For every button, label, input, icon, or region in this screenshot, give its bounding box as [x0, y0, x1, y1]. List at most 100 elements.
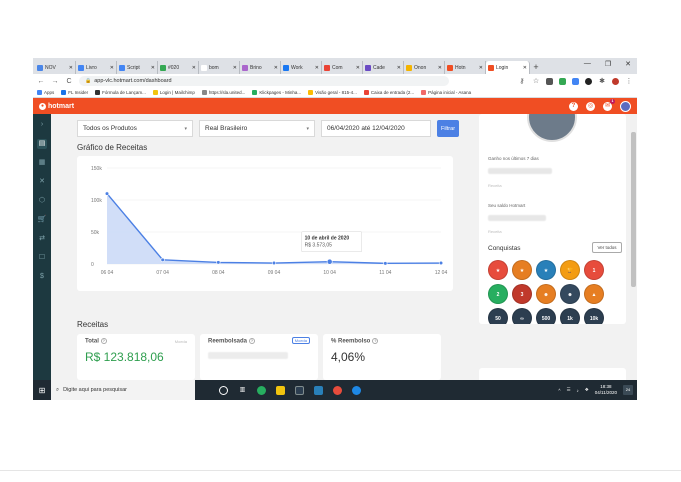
tab-close-icon[interactable]: ✕: [396, 65, 401, 71]
network-icon[interactable]: ✕: [37, 177, 47, 187]
achievement-badge[interactable]: ☻: [560, 284, 580, 304]
browser-tab[interactable]: NOV ✕: [35, 61, 76, 74]
browser-tab[interactable]: Script ✕: [117, 61, 158, 74]
dashboard-icon[interactable]: ▤: [37, 139, 47, 149]
bookmark-item[interactable]: Página inicial - Asana: [421, 90, 471, 95]
bookmark-item[interactable]: Apps: [37, 90, 54, 95]
sync-icon[interactable]: ⇄: [37, 234, 47, 244]
dollar-icon[interactable]: $: [37, 272, 47, 282]
menu-dots-icon[interactable]: ⋮: [625, 77, 633, 85]
currency-select[interactable]: Real Brasileiro ▾: [199, 120, 315, 137]
help-icon[interactable]: ?: [372, 338, 379, 344]
achievement-badge[interactable]: ★: [488, 260, 508, 280]
filter-button[interactable]: Filtrar: [437, 120, 459, 137]
expand-sidebar-icon[interactable]: ›: [37, 120, 47, 130]
achievement-badge[interactable]: 50: [488, 308, 508, 324]
browser-tab[interactable]: Com ✕: [322, 61, 363, 74]
edge-icon[interactable]: [352, 385, 361, 395]
browser-tab[interactable]: Livro ✕: [76, 61, 117, 74]
extension-icon[interactable]: [546, 77, 553, 85]
browser-tab[interactable]: bom ✕: [199, 61, 240, 74]
puzzle-icon[interactable]: ✱: [598, 77, 606, 85]
achievement-badge[interactable]: 🏆: [560, 260, 580, 280]
achievement-badge[interactable]: ★: [536, 260, 556, 280]
achievement-badge[interactable]: 3: [512, 284, 532, 304]
tab-close-icon[interactable]: ✕: [232, 65, 237, 71]
browser-tab[interactable]: Brino ✕: [240, 61, 281, 74]
clock[interactable]: 18:38 04/11/2020: [595, 384, 617, 396]
settings-icon[interactable]: ◎: [586, 101, 595, 111]
tab-close-icon[interactable]: ✕: [478, 65, 483, 71]
achievement-badge[interactable]: 1: [584, 260, 604, 280]
achievement-badge[interactable]: 10k: [584, 308, 604, 324]
tab-close-icon[interactable]: ✕: [522, 65, 527, 71]
tab-close-icon[interactable]: ✕: [150, 65, 155, 71]
hotmart-logo[interactable]: ● hotmart: [39, 102, 74, 110]
tray-up-icon[interactable]: ^: [558, 388, 560, 393]
file-explorer-icon[interactable]: [276, 385, 285, 395]
cortana-icon[interactable]: [219, 385, 228, 395]
minimize-icon[interactable]: —: [584, 60, 591, 68]
taskbar-search[interactable]: ⌕ Digite aqui para pesquisar: [51, 380, 195, 400]
maximize-icon[interactable]: ❐: [605, 60, 611, 68]
cart-icon[interactable]: 🛒: [37, 215, 47, 225]
browser-tab[interactable]: #020 ✕: [158, 61, 199, 74]
achievement-badge[interactable]: 2: [488, 284, 508, 304]
notification-center[interactable]: 24: [623, 385, 633, 395]
bookmark-item[interactable]: Fórmula de Lançam...: [95, 90, 146, 95]
extension-icon[interactable]: [559, 77, 566, 85]
bookmark-item[interactable]: Login | Mailchimp: [152, 90, 195, 95]
browser-tab[interactable]: Work ✕: [281, 61, 322, 74]
back-icon[interactable]: ←: [37, 78, 45, 85]
star-icon[interactable]: ☆: [532, 77, 540, 85]
browser-tab[interactable]: Cade ✕: [363, 61, 404, 74]
achievement-badge[interactable]: ∞: [512, 308, 532, 324]
page-scrollbar[interactable]: [630, 114, 637, 380]
key-icon[interactable]: ⚷: [518, 77, 526, 85]
products-icon[interactable]: ⬡: [37, 196, 47, 206]
tab-close-icon[interactable]: ✕: [437, 65, 442, 71]
mail-icon[interactable]: [314, 385, 323, 395]
chat-icon[interactable]: ☐: [37, 253, 47, 263]
tab-close-icon[interactable]: ✕: [355, 65, 360, 71]
browser-tab[interactable]: Hotn ✕: [445, 61, 486, 74]
profile-avatar-icon[interactable]: [612, 77, 619, 85]
bookmark-item[interactable]: https://sla.united...: [201, 90, 245, 95]
scrollbar-thumb[interactable]: [631, 132, 636, 287]
achievement-badge[interactable]: ★: [512, 260, 532, 280]
bookmark-item[interactable]: FL Insider: [61, 90, 88, 95]
chrome-icon[interactable]: [333, 385, 342, 395]
user-avatar[interactable]: [620, 100, 631, 112]
windows-start-icon[interactable]: ⊞: [33, 386, 51, 395]
tab-close-icon[interactable]: ✕: [109, 65, 114, 71]
dropbox-icon[interactable]: ❖: [585, 387, 589, 393]
help-icon[interactable]: ?: [249, 338, 256, 344]
browser-tab[interactable]: Onon ✕: [404, 61, 445, 74]
achievement-badge[interactable]: ☻: [536, 284, 556, 304]
task-view-icon[interactable]: ▥: [238, 386, 247, 395]
bookmark-item[interactable]: Klickpages - Minha...: [252, 90, 301, 95]
extension-icon[interactable]: [572, 77, 579, 85]
reembolsada-tag[interactable]: Moeda: [291, 337, 310, 344]
tab-close-icon[interactable]: ✕: [191, 65, 196, 71]
bookmark-item[interactable]: Visão geral - 815-4...: [308, 90, 357, 95]
help-icon[interactable]: ?: [569, 101, 578, 111]
browser-tab[interactable]: Login ✕: [486, 61, 530, 74]
close-window-icon[interactable]: ✕: [625, 60, 631, 68]
url-input[interactable]: 🔒 app-vlc.hotmart.com/dashboard: [79, 76, 449, 86]
tab-close-icon[interactable]: ✕: [273, 65, 278, 71]
grid-icon[interactable]: ▦: [37, 158, 47, 168]
bookmark-item[interactable]: Caixa de entrada (2...: [363, 90, 414, 95]
forward-icon[interactable]: →: [51, 78, 59, 85]
network-tray-icon[interactable]: ☰: [566, 387, 570, 393]
product-select[interactable]: Todos os Produtos ▾: [77, 120, 193, 137]
achievement-badge[interactable]: ▲: [584, 284, 604, 304]
store-icon[interactable]: [295, 385, 304, 395]
volume-icon[interactable]: ♪: [577, 388, 579, 393]
achievement-badge[interactable]: 500: [536, 308, 556, 324]
ver-todos-button[interactable]: Ver todos: [592, 242, 622, 253]
help-icon[interactable]: ?: [100, 338, 107, 344]
tab-close-icon[interactable]: ✕: [68, 65, 73, 71]
reload-icon[interactable]: C: [65, 78, 73, 85]
tab-close-icon[interactable]: ✕: [314, 65, 319, 71]
